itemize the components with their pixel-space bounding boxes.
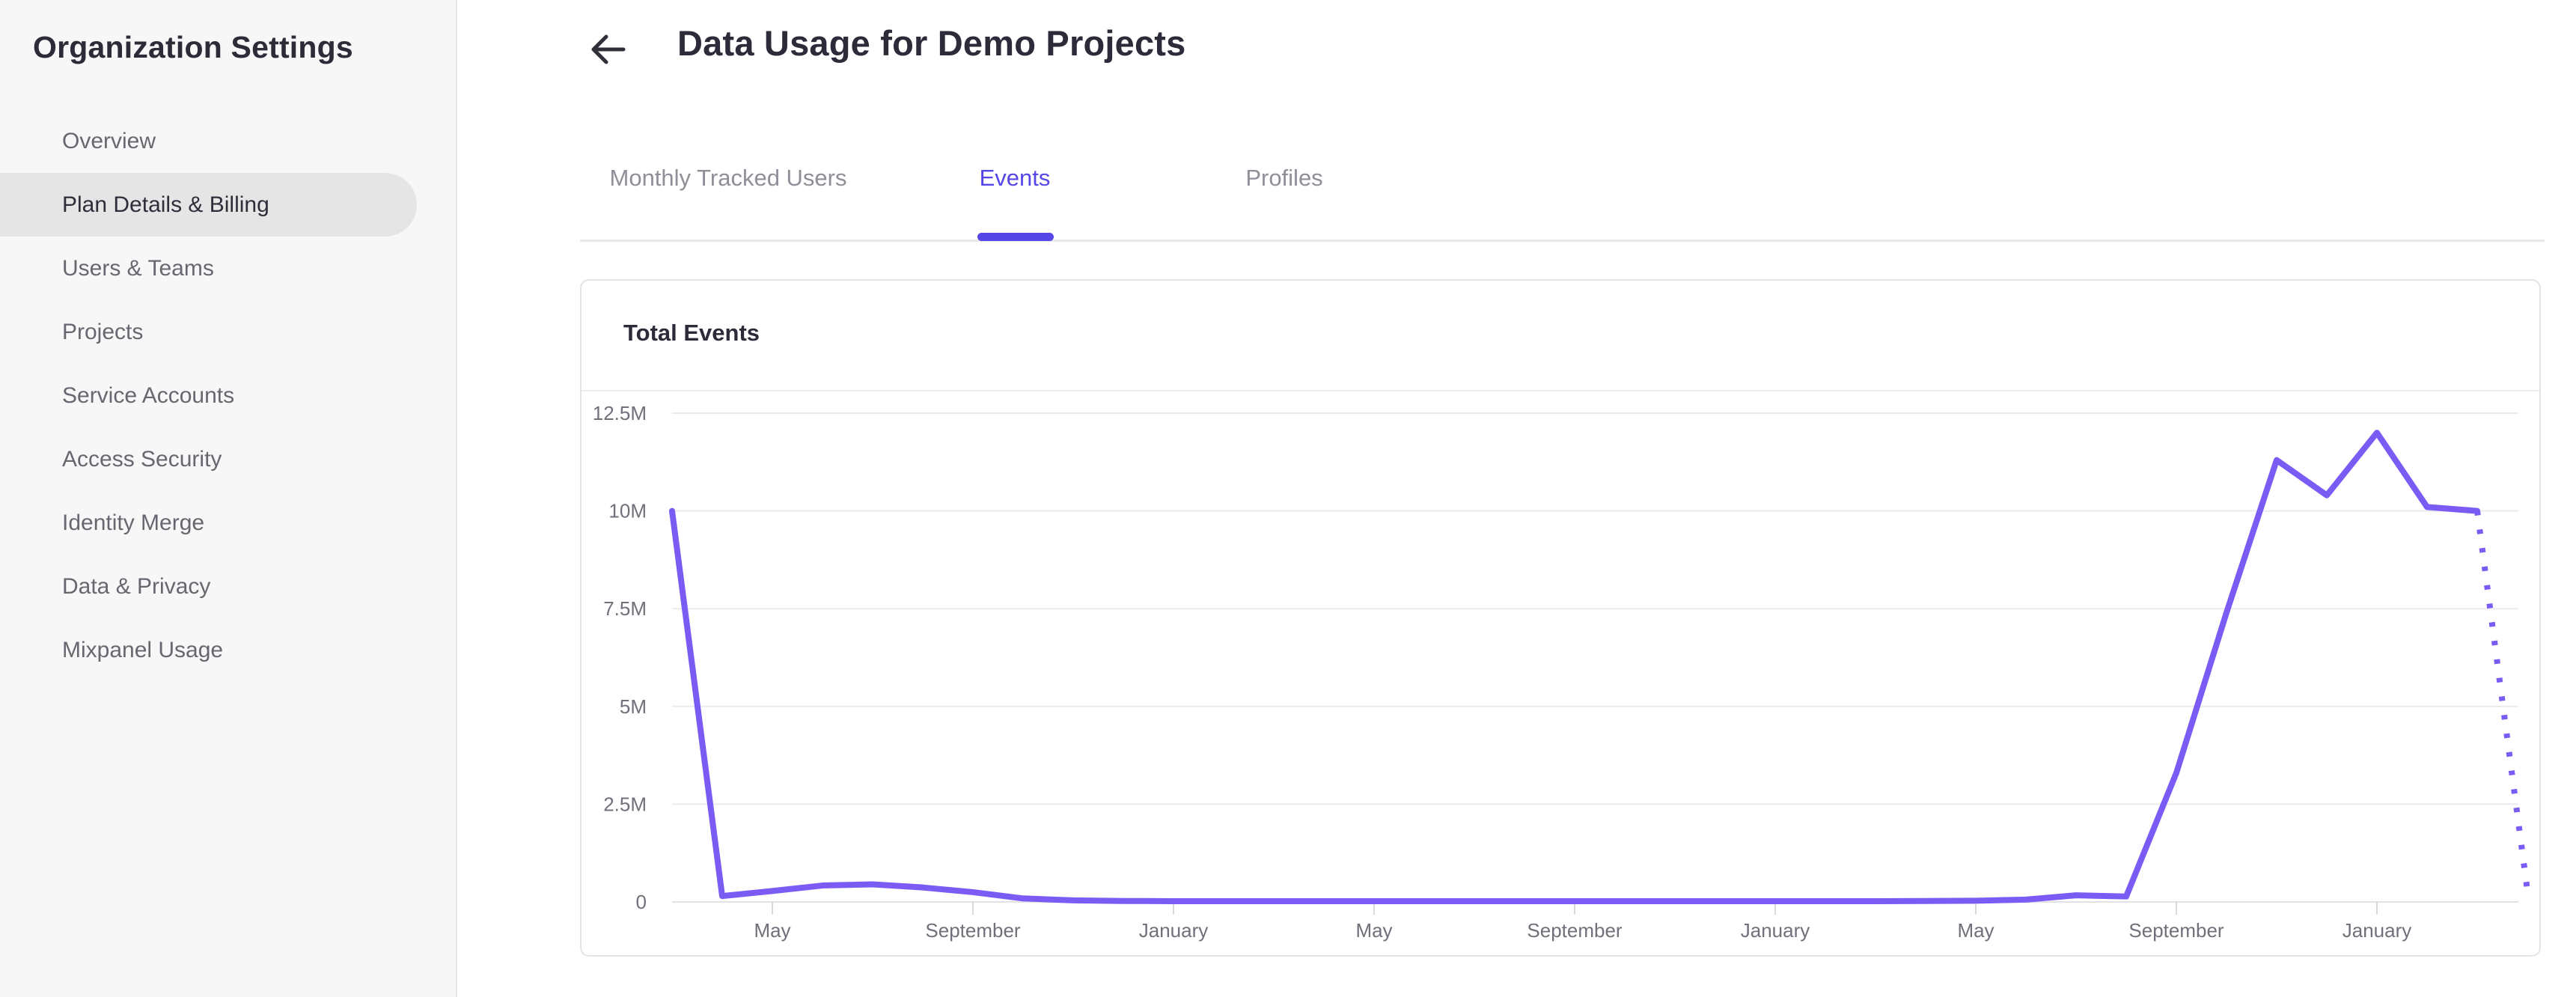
sidebar: Organization Settings Overview Plan Detai… (0, 0, 457, 997)
x-tick-label: May (1957, 919, 1994, 942)
x-tick-label: September (2128, 919, 2224, 942)
sidebar-item-users-teams[interactable]: Users & Teams (0, 237, 456, 300)
x-tick-label: January (1139, 919, 1209, 942)
y-tick-label: 12.5M (593, 402, 647, 424)
y-tick-label: 10M (608, 500, 647, 522)
y-tick-label: 5M (620, 695, 647, 718)
back-button[interactable] (588, 30, 627, 69)
active-tab-indicator (977, 233, 1054, 241)
tab-divider (580, 240, 2545, 242)
x-tick-label: January (1741, 919, 1810, 942)
sidebar-item-plan-details-billing[interactable]: Plan Details & Billing (0, 173, 417, 237)
y-tick-label: 2.5M (603, 793, 647, 815)
x-tick-label: September (1527, 919, 1623, 942)
sidebar-item-mixpanel-usage[interactable]: Mixpanel Usage (0, 618, 456, 682)
card-header: Total Events (582, 281, 2539, 391)
sidebar-item-identity-merge[interactable]: Identity Merge (0, 491, 456, 555)
x-tick-label: May (1355, 919, 1392, 942)
sidebar-nav: Overview Plan Details & Billing Users & Te… (0, 109, 456, 682)
events-line-projected[interactable] (2474, 510, 2530, 891)
events-line-chart: 12.5M 10M 7.5M 5M 2.5M 0 May September January Ma… (593, 402, 2530, 942)
sidebar-title: Organization Settings (33, 30, 353, 64)
card-title: Total Events (623, 320, 760, 346)
arrow-left-icon (591, 34, 626, 64)
tab-events[interactable]: Events (873, 159, 1157, 198)
sidebar-item-projects[interactable]: Projects (0, 300, 456, 364)
sidebar-item-overview[interactable]: Overview (0, 109, 456, 173)
sidebar-item-service-accounts[interactable]: Service Accounts (0, 364, 456, 427)
y-tick-label: 0 (636, 891, 647, 913)
tab-monthly-tracked-users[interactable]: Monthly Tracked Users (584, 159, 873, 198)
sidebar-item-data-privacy[interactable]: Data & Privacy (0, 555, 456, 618)
x-tick-label: September (925, 919, 1021, 942)
y-tick-label: 7.5M (603, 597, 647, 620)
total-events-card: Total Events 12.5M 10M 7.5M 5M 2.5M 0 May Septe… (580, 279, 2541, 957)
sidebar-item-access-security[interactable]: Access Security (0, 427, 456, 491)
x-tick-label: January (2342, 919, 2412, 942)
page-title: Data Usage for Demo Projects (677, 23, 1186, 63)
tab-profiles[interactable]: Profiles (1157, 159, 1411, 198)
events-line[interactable] (669, 430, 2480, 904)
app-root: Organization Settings Overview Plan Detai… (0, 0, 2576, 997)
x-tick-label: May (754, 919, 790, 942)
